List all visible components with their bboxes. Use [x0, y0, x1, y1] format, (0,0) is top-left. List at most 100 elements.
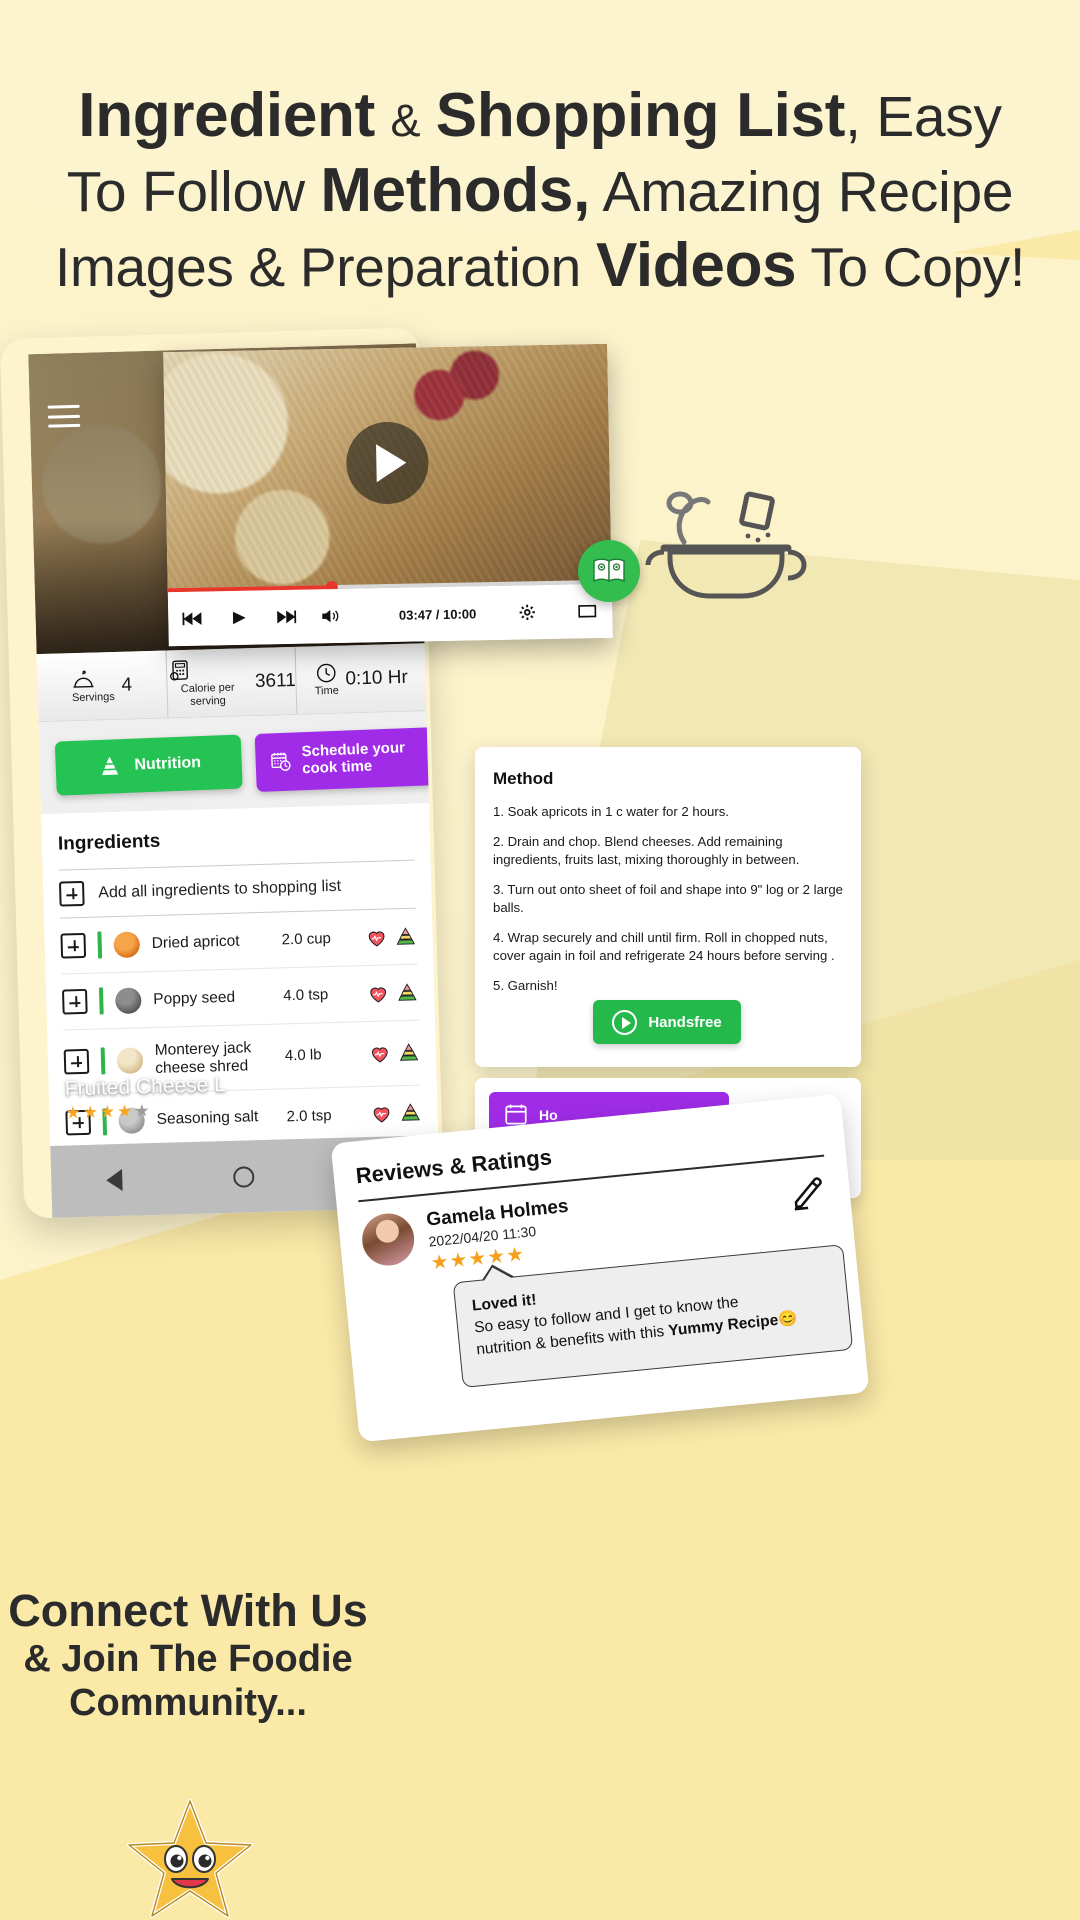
food-pyramid-icon: [398, 982, 417, 1001]
plus-icon[interactable]: [63, 1049, 90, 1075]
calendar-clock-icon: [271, 752, 291, 771]
pyramid-icon: [101, 756, 118, 776]
open-book-glyph: [593, 558, 625, 583]
ingredient-quantity: 2.0 cup: [281, 930, 332, 949]
handsfree-label: Handsfree: [648, 1013, 722, 1031]
method-step: 2. Drain and chop. Blend cheeses. Add re…: [493, 834, 800, 867]
headline-amazing-recipe: Amazing Recipe: [602, 160, 1014, 225]
review-comment-title: Loved it!: [471, 1291, 538, 1315]
ingredient-badges: [365, 925, 417, 948]
ingredients-heading: Ingredients: [57, 830, 161, 855]
food-pyramid-icon: [399, 1043, 419, 1061]
calorie-calculator-icon: [169, 660, 188, 681]
headline-ingredient: Ingredient: [78, 81, 375, 150]
avatar: [359, 1211, 417, 1268]
ingredient-name: Monterey jack cheese shred: [154, 1039, 252, 1077]
stat-calories-label: Calorie per serving: [180, 681, 235, 708]
hamburger-menu-icon[interactable]: [47, 404, 81, 428]
ingredient-row[interactable]: Poppy seed 4.0 tsp: [61, 964, 419, 1031]
ingredient-name: Seasoning salt: [156, 1108, 259, 1129]
stat-servings: Servings 4: [37, 651, 167, 722]
headline-to-follow: To Follow: [66, 160, 305, 225]
ingredient-accent-bar: [98, 987, 104, 1015]
headline-methods: Methods,: [320, 156, 591, 226]
ingredient-thumbnail: [113, 930, 141, 958]
ingredient-quantity: 4.0 lb: [284, 1046, 322, 1065]
plus-icon[interactable]: [58, 880, 85, 907]
next-track-icon[interactable]: [274, 608, 297, 626]
video-player-card[interactable]: 03:47 / 10:00: [163, 343, 613, 647]
heart-health-icon: [372, 1047, 388, 1063]
stat-calories: Calorie per serving 3611: [165, 646, 297, 718]
clock-icon: [316, 664, 336, 683]
ingredient-thumbnail: [116, 1047, 144, 1074]
play-icon[interactable]: [228, 609, 250, 627]
method-step: 3. Turn out onto sheet of foil and shape…: [493, 882, 843, 915]
serving-dome-icon: [73, 670, 94, 689]
headline-videos: Videos: [595, 231, 797, 301]
volume-icon[interactable]: [320, 607, 342, 625]
method-step: 5. Garnish!: [493, 977, 558, 993]
fullscreen-icon[interactable]: [576, 602, 598, 620]
review-comment-emoji: 😊: [777, 1310, 799, 1329]
pencil-icon[interactable]: [786, 1171, 830, 1215]
method-step: 1. Soak apricots in 1 c water for 2 hour…: [493, 804, 730, 819]
footer-line-1: Connect With Us: [8, 1585, 368, 1636]
footer-line-2: & Join The Foodie: [23, 1638, 353, 1681]
headline-shopping-list: Shopping List: [435, 81, 846, 150]
handsfree-button[interactable]: Handsfree: [593, 1000, 741, 1044]
reviews-ratings-card: Reviews & Ratings Gamela Holmes 2022/04/…: [330, 1093, 870, 1443]
review-comment-bold: Yummy Recipe: [667, 1311, 780, 1340]
ingredient-quantity: 4.0 tsp: [283, 986, 329, 1005]
headline-line-2: To Follow Methods, Amazing Recipe: [0, 153, 1080, 228]
review-comment-bubble: Loved it! So easy to follow and I get to…: [452, 1244, 854, 1388]
recipe-title: Fruited Cheese L: [64, 1073, 227, 1101]
add-all-label: Add all ingredients to shopping list: [98, 877, 342, 901]
ingredient-badges: [367, 981, 419, 1004]
headline-easy: , Easy: [845, 85, 1002, 149]
schedule-cook-time-button[interactable]: Schedule your cook time: [254, 727, 435, 792]
footer-line-3: Community...: [69, 1682, 307, 1725]
video-time-display: 03:47 / 10:00: [398, 605, 477, 623]
home-circle-icon[interactable]: [232, 1165, 255, 1188]
recipe-action-buttons: Nutrition Schedule your cook time: [38, 711, 435, 815]
ingredient-accent-bar: [100, 1047, 106, 1075]
ingredient-name: Dried apricot: [151, 932, 240, 952]
nutrition-button[interactable]: Nutrition: [54, 734, 243, 796]
method-card: Method 1. Soak apricots in 1 c water for…: [475, 747, 861, 1067]
recipe-rating-stars: ★★★★★: [65, 1101, 152, 1123]
ingredient-name: Poppy seed: [153, 988, 236, 1008]
stat-servings-label: Servings: [71, 691, 115, 705]
nutrition-button-label: Nutrition: [134, 754, 202, 774]
food-pyramid-icon: [396, 926, 416, 945]
method-heading: Method: [493, 769, 554, 788]
headline-line-1: Ingredient & Shopping List, Easy: [0, 78, 1080, 153]
stat-calories-value: 3611: [254, 669, 297, 692]
plus-icon[interactable]: [61, 988, 88, 1015]
headline-line-3: Images & Preparation Videos To Copy!: [0, 228, 1080, 303]
previous-track-icon[interactable]: [182, 610, 204, 628]
video-thumbnail: [163, 343, 612, 594]
back-triangle-icon[interactable]: [106, 1168, 123, 1192]
stat-time-value: 0:10 Hr: [345, 666, 409, 690]
headline: Ingredient & Shopping List, Easy To Foll…: [0, 78, 1080, 303]
smiling-star-icon: [127, 1799, 253, 1918]
recipe-book-icon[interactable]: [578, 540, 640, 602]
headline-amp: &: [390, 95, 421, 146]
secondary-action-label: Ho: [539, 1107, 558, 1123]
recipe-stats-bar: Servings 4 Calorie per serving 3611 Time…: [36, 643, 427, 723]
heart-health-icon: [368, 931, 385, 947]
ingredient-row[interactable]: Dried apricot 2.0 cup: [60, 908, 418, 975]
gear-icon[interactable]: [516, 603, 538, 621]
heart-health-icon: [370, 986, 387, 1003]
footer-cta: Connect With Us & Join The Foodie Commun…: [0, 1585, 376, 1725]
headline-images-prep: Images & Preparation: [55, 236, 581, 299]
method-step: 4. Wrap securely and chill until firm. R…: [493, 930, 835, 963]
cooking-pot-icon: [645, 491, 807, 599]
ingredient-badges: [369, 1041, 421, 1064]
stat-servings-value: 4: [121, 673, 133, 696]
plus-icon[interactable]: [60, 932, 87, 959]
headline-to-copy: To Copy!: [810, 236, 1025, 299]
stat-time-label: Time: [314, 685, 339, 698]
heart-health-icon: [373, 1107, 390, 1123]
